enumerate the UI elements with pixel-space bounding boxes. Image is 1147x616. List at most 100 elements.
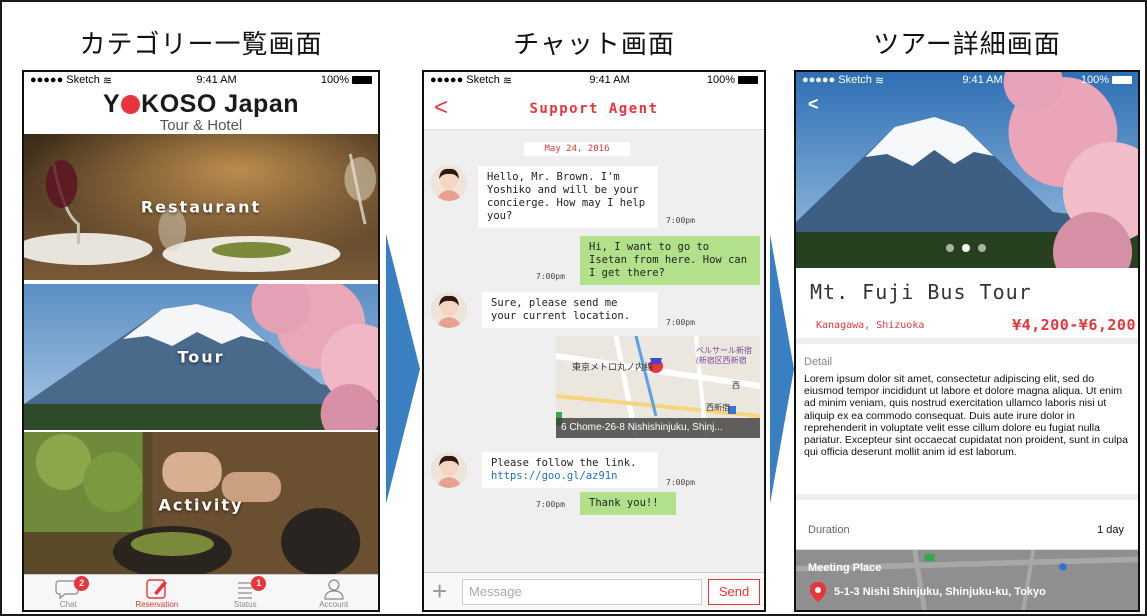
- tab-status[interactable]: 1 Status: [201, 575, 290, 610]
- logo-text-end: KOSO Japan: [141, 90, 299, 118]
- battery-label: 100%: [706, 74, 735, 86]
- date-separator: May 24, 2016: [524, 142, 630, 156]
- user-message: Thank you!!: [580, 492, 676, 515]
- message-input[interactable]: Message: [462, 579, 702, 605]
- tab-account[interactable]: Account: [290, 575, 379, 610]
- clock-label: 9:41 AM: [589, 74, 630, 86]
- tour-header: Mt. Fuji Bus Tour Kanagawa, Shizuoka ¥4,…: [796, 268, 1138, 344]
- map-image: [796, 550, 1138, 610]
- agent-message: Sure, please send me your current locati…: [482, 292, 658, 328]
- chat-title: Support Agent: [529, 101, 659, 117]
- map-label: ベルサール新宿 (新宿区西新宿: [696, 346, 752, 365]
- back-button[interactable]: <: [808, 94, 819, 115]
- duration-label: Duration: [808, 524, 850, 536]
- flow-arrow-2: [770, 234, 794, 504]
- tab-label: Chat: [59, 600, 77, 609]
- carousel-indicator[interactable]: [946, 244, 986, 252]
- message-time: 7:00pm: [666, 478, 695, 487]
- category-tour[interactable]: Tour: [24, 284, 378, 430]
- message-time: 7:00pm: [536, 272, 565, 281]
- logo-text-start: Y: [102, 90, 121, 118]
- carousel-dot[interactable]: [978, 244, 986, 252]
- carrier-label: ●●●●● Sketch: [802, 74, 872, 86]
- map-caption: 6 Chome-26-8 Nishishinjuku, Shinj...: [556, 418, 760, 438]
- battery-label: 100%: [320, 74, 349, 86]
- wifi-icon: ≋: [102, 74, 113, 87]
- meeting-address: 5-1-3 Nishi Shinjuku, Shinjuku-ku, Tokyo: [834, 586, 1046, 598]
- chat-screen: ●●●●● Sketch ≋ 9:41 AM 100% < Support Age…: [422, 70, 766, 612]
- wifi-icon: ≋: [502, 74, 513, 87]
- tab-label: Account: [319, 600, 349, 609]
- agent-avatar: [431, 452, 467, 488]
- tab-bar: 2 Chat Reservation 1 Status Account: [24, 574, 378, 610]
- user-message: Hi, I want to go to Isetan from here. Ho…: [580, 236, 760, 285]
- tour-detail-section: Detail Lorem ipsum dolor sit amet, conse…: [796, 350, 1138, 500]
- status-bar: ●●●●● Sketch ≋ 9:41 AM 100%: [796, 72, 1138, 88]
- duration-value: 1 day: [1097, 524, 1124, 536]
- message-time: 7:00pm: [666, 216, 695, 225]
- location-pin-icon: [810, 582, 826, 602]
- battery-icon: [738, 76, 758, 85]
- battery-icon: [1112, 76, 1132, 85]
- heading-chat-screen: チャット画面: [513, 30, 675, 60]
- status-badge: 1: [251, 576, 267, 591]
- chat-nav-bar: < Support Agent: [424, 88, 764, 130]
- message-link[interactable]: https://goo.gl/az91n: [491, 470, 649, 483]
- map-label: 東京メトロ丸ノ内線: [572, 362, 654, 372]
- message-time: 7:00pm: [536, 500, 565, 509]
- carrier-label: ●●●●● Sketch: [430, 74, 500, 86]
- detail-text: Lorem ipsum dolor sit amet, consectetur …: [804, 373, 1128, 459]
- category-label: Activity: [158, 495, 244, 515]
- message-composer: + Message Send: [424, 572, 764, 610]
- category-label: Restaurant: [140, 197, 262, 217]
- tour-price: ¥4,200-¥6,200: [1012, 316, 1136, 334]
- tour-location: Kanagawa, Shizuoka: [816, 320, 925, 331]
- carrier-label: ●●●●● Sketch: [30, 74, 100, 86]
- logo-red-dot-icon: [121, 95, 141, 114]
- category-restaurant[interactable]: Restaurant: [24, 134, 378, 280]
- person-icon: [324, 579, 344, 600]
- agent-avatar: [431, 292, 467, 328]
- tab-chat[interactable]: 2 Chat: [24, 575, 113, 610]
- tour-name: Mt. Fuji Bus Tour: [810, 280, 1032, 304]
- chat-badge: 2: [74, 576, 90, 591]
- clock-label: 9:41 AM: [962, 74, 1003, 86]
- battery-icon: [352, 76, 372, 85]
- tab-label: Reservation: [135, 600, 179, 609]
- meeting-place-label: Meeting Place: [808, 562, 882, 574]
- map-label: 西新宿: [706, 403, 730, 412]
- flow-arrow-1: [386, 234, 420, 504]
- location-map-card[interactable]: 東京メトロ丸ノ内線 ベルサール新宿 (新宿区西新宿 西 西新宿 6 Chome-…: [556, 336, 760, 438]
- tour-detail-screen: ●●●●● Sketch ≋ 9:41 AM 100% < Mt. Fuji Bu…: [794, 70, 1140, 612]
- clock-label: 9:41 AM: [196, 74, 237, 86]
- storyboard-frame: カテゴリー一覧画面 チャット画面 ツアー詳細画面 ●●●●● Sketch ≋ 9…: [0, 0, 1147, 616]
- category-screen: ●●●●● Sketch ≋ 9:41 AM 100% Y KOSO Japan T…: [22, 70, 380, 612]
- agent-avatar: [431, 165, 467, 201]
- detail-heading: Detail: [804, 356, 833, 368]
- category-activity[interactable]: Activity: [24, 432, 378, 578]
- battery-label: 100%: [1080, 74, 1109, 86]
- add-attachment-button[interactable]: +: [432, 576, 447, 607]
- meeting-place-map[interactable]: Meeting Place 5-1-3 Nishi Shinjuku, Shin…: [796, 550, 1138, 610]
- carousel-dot[interactable]: [946, 244, 954, 252]
- tab-reservation[interactable]: Reservation: [113, 575, 202, 610]
- tab-label: Status: [233, 600, 257, 609]
- carousel-dot[interactable]: [962, 244, 970, 252]
- tour-hero-image[interactable]: ●●●●● Sketch ≋ 9:41 AM 100% <: [796, 72, 1138, 268]
- duration-row: Duration 1 day: [796, 512, 1138, 550]
- edit-icon: [146, 579, 167, 599]
- category-label: Tour: [177, 347, 225, 367]
- agent-message: Hello, Mr. Brown. I'm Yoshiko and will b…: [478, 166, 658, 228]
- heading-category-screen: カテゴリー一覧画面: [79, 30, 323, 60]
- app-logo: Y KOSO Japan Tour & Hotel: [24, 90, 378, 134]
- mt-fuji-photo: [796, 72, 1138, 268]
- heading-tour-screen: ツアー詳細画面: [873, 30, 1061, 60]
- agent-message: Please follow the link. https://goo.gl/a…: [482, 452, 658, 488]
- map-label: 西: [732, 381, 740, 390]
- logo-subtitle: Tour & Hotel: [159, 117, 243, 134]
- message-text: Please follow the link.: [491, 457, 637, 469]
- message-time: 7:00pm: [666, 318, 695, 327]
- status-bar: ●●●●● Sketch ≋ 9:41 AM 100%: [424, 72, 764, 88]
- send-button[interactable]: Send: [708, 579, 760, 605]
- wifi-icon: ≋: [874, 74, 885, 87]
